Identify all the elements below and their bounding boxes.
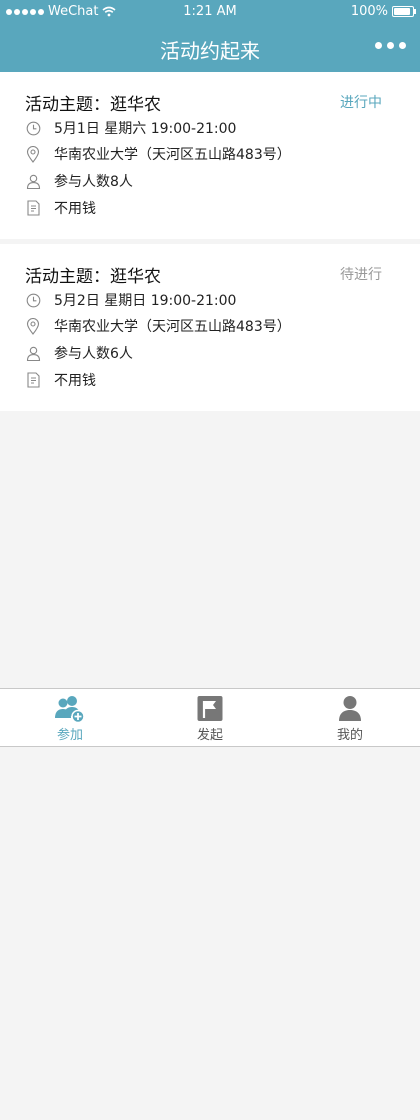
activity-status: 进行中	[340, 95, 382, 111]
join-users-icon	[55, 694, 85, 724]
flag-icon	[195, 694, 225, 724]
battery-percent: 100%	[350, 4, 388, 19]
page-title: 活动约起来	[160, 39, 260, 63]
clock-icon	[25, 120, 41, 136]
activity-title: 活动主题：逛华农	[25, 95, 161, 115]
profile-icon	[335, 694, 365, 724]
activity-title: 活动主题：逛华农	[25, 267, 161, 287]
clock-icon	[25, 292, 41, 308]
tab-mine[interactable]: 我的	[280, 689, 420, 747]
tab-label: 我的	[336, 728, 363, 743]
person-icon	[25, 345, 41, 361]
tab-create[interactable]: 发起	[140, 689, 280, 747]
activity-card[interactable]: 活动主题：逛华农 进行中 5月1日 星期六 19:00-21:00 华南农业大学…	[0, 72, 420, 239]
tab-label: 发起	[196, 728, 223, 743]
activity-location: 华南农业大学（天河区五山路483号）	[54, 319, 291, 335]
more-dots-icon[interactable]	[375, 42, 406, 49]
nav-bar: 活动约起来	[0, 24, 420, 72]
activity-cost: 不用钱	[54, 373, 96, 389]
activity-datetime: 5月1日 星期六 19:00-21:00	[54, 121, 237, 137]
activity-participants: 参与人数8人	[54, 174, 133, 190]
activity-datetime: 5月2日 星期日 19:00-21:00	[54, 293, 237, 309]
status-bar: WeChat 1:21 AM 100%	[0, 0, 420, 24]
battery-icon	[392, 6, 416, 17]
activity-location: 华南农业大学（天河区五山路483号）	[54, 147, 291, 163]
location-pin-icon	[25, 145, 41, 163]
document-icon	[25, 200, 41, 216]
activity-participants: 参与人数6人	[54, 346, 133, 362]
tab-join[interactable]: 参加	[0, 689, 140, 747]
location-pin-icon	[25, 317, 41, 335]
person-icon	[25, 173, 41, 189]
activity-card[interactable]: 活动主题：逛华农 待进行 5月2日 星期日 19:00-21:00 华南农业大学…	[0, 244, 420, 411]
activity-cost: 不用钱	[54, 201, 96, 217]
tab-label: 参加	[56, 728, 83, 743]
tab-bar: 参加 发起 我的	[0, 688, 420, 747]
document-icon	[25, 372, 41, 388]
activity-status: 待进行	[340, 267, 382, 283]
